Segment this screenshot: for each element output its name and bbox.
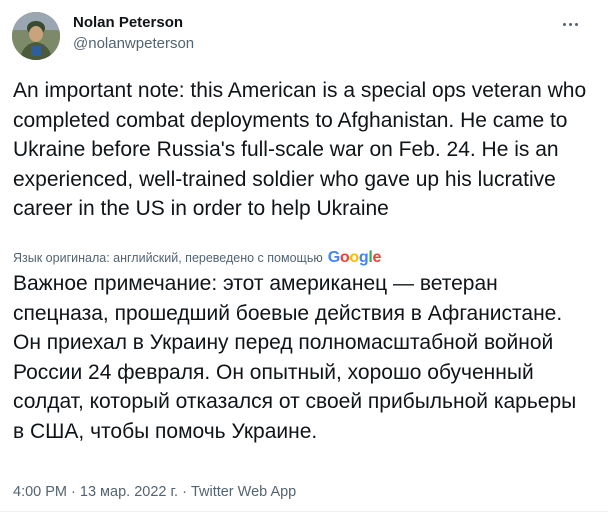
meta-separator: ·	[178, 484, 191, 500]
google-logo: Google	[327, 249, 382, 266]
tweet-text: An important note: this American is a sp…	[13, 79, 587, 221]
tweet-source[interactable]: Twitter Web App	[191, 484, 296, 500]
tweet-card: Nolan Peterson @nolanwpeterson An import…	[0, 0, 608, 512]
avatar[interactable]	[12, 12, 60, 60]
tweet-date[interactable]: 13 мар. 2022 г.	[80, 484, 178, 500]
author-name[interactable]: Nolan Peterson	[73, 14, 183, 31]
translated-tweet-text: Важное примечание: этот американец — вет…	[13, 272, 577, 443]
author-handle[interactable]: @nolanwpeterson	[73, 35, 194, 52]
translation-note[interactable]: Язык оригинала: английский, переведено с…	[13, 251, 323, 265]
meta-separator: ·	[67, 484, 80, 500]
tweet-time[interactable]: 4:00 PM	[13, 484, 67, 500]
more-horizontal-icon	[562, 22, 566, 26]
more-options-button[interactable]	[556, 12, 584, 36]
profile-photo-icon	[12, 12, 60, 60]
translation-attribution: Язык оригинала: английский, переведено с…	[13, 249, 381, 267]
tweet-meta: 4:00 PM · 13 мар. 2022 г. · Twitter Web …	[13, 484, 296, 500]
